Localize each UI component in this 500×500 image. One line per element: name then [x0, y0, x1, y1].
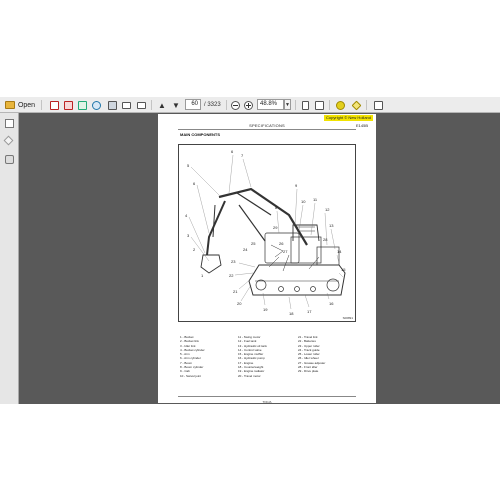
- toolbar-separator: [295, 100, 296, 110]
- toolbar-separator: [366, 100, 367, 110]
- svg-text:6: 6: [193, 181, 196, 186]
- svg-text:25: 25: [251, 241, 256, 246]
- page-total: / 3323: [204, 102, 221, 108]
- upload-button[interactable]: [90, 99, 102, 111]
- svg-text:14: 14: [337, 249, 342, 254]
- svg-text:6: 6: [231, 149, 234, 154]
- svg-text:15: 15: [341, 267, 346, 272]
- section-title: MAIN COMPONENTS: [180, 132, 220, 137]
- create-pdf-icon: [49, 100, 59, 110]
- export-button[interactable]: [62, 99, 74, 111]
- comment-button[interactable]: [334, 99, 346, 111]
- figure-code: S00891: [342, 316, 353, 320]
- toolbar-separator: [329, 100, 330, 110]
- highlight-button[interactable]: [350, 99, 362, 111]
- svg-text:4: 4: [185, 213, 188, 218]
- save-icon: [107, 100, 117, 110]
- fit-width-button[interactable]: [313, 99, 325, 111]
- highlight-icon: [351, 100, 361, 110]
- arrow-up-icon: ▲: [158, 100, 166, 110]
- open-label: Open: [17, 101, 36, 109]
- zoom-out-icon: [230, 100, 240, 110]
- excavator-drawing: 56 43 21 67 89 10 11 1213 1415 1617 1819 …: [185, 149, 346, 316]
- footer-rule: [178, 396, 356, 397]
- envelope-icon: [136, 101, 146, 109]
- fullscreen-button[interactable]: [372, 99, 384, 111]
- combine-button[interactable]: [76, 99, 88, 111]
- zoom-dropdown[interactable]: ▼: [284, 99, 291, 110]
- print-button[interactable]: [120, 99, 132, 111]
- combine-icon: [77, 100, 87, 110]
- svg-text:18: 18: [289, 311, 294, 316]
- save-button[interactable]: [106, 99, 118, 111]
- navigation-sidebar: [0, 113, 19, 404]
- svg-text:19: 19: [263, 307, 268, 312]
- svg-text:5: 5: [187, 163, 190, 168]
- legend-item: 10 - Swivel joint: [180, 373, 202, 378]
- svg-text:29: 29: [273, 225, 278, 230]
- legend-item: 20 - Travel motor: [238, 373, 261, 378]
- toolbar: Open ▲ ▼ 60 / 3323 48.8% ▼: [0, 97, 500, 113]
- folder-icon: [4, 101, 15, 109]
- toolbar-separator: [226, 100, 227, 110]
- printer-icon: [121, 101, 131, 109]
- open-button[interactable]: Open: [2, 99, 38, 111]
- zoom-input[interactable]: 48.8%: [257, 99, 284, 110]
- svg-text:13: 13: [329, 223, 334, 228]
- svg-text:10: 10: [301, 199, 306, 204]
- svg-text:3: 3: [187, 233, 190, 238]
- svg-text:12: 12: [325, 207, 330, 212]
- next-page-button[interactable]: ▼: [170, 99, 182, 111]
- svg-text:24: 24: [243, 247, 248, 252]
- legend-item: 29 - Drive plate: [298, 369, 319, 374]
- zoom-in-icon: [243, 100, 253, 110]
- svg-text:17: 17: [307, 309, 312, 314]
- svg-text:27: 27: [283, 249, 288, 254]
- svg-text:7: 7: [241, 153, 244, 158]
- comment-icon: [335, 100, 345, 110]
- export-icon: [63, 100, 73, 110]
- page-header-code: E145B: [355, 123, 368, 128]
- svg-text:22: 22: [229, 273, 234, 278]
- arrow-down-icon: ▼: [172, 100, 180, 110]
- pages-panel-icon[interactable]: [5, 119, 14, 128]
- create-pdf-button[interactable]: [48, 99, 60, 111]
- signatures-icon[interactable]: [5, 155, 14, 164]
- svg-text:16: 16: [329, 301, 334, 306]
- legend-column-2: 11 - Swing motor 12 - Fuel tank 13 - Hyd…: [238, 335, 296, 378]
- upload-icon: [91, 100, 101, 110]
- excavator-figure: 56 43 21 67 89 10 11 12 13 14 15 16 17 18 19 …: [178, 144, 356, 322]
- previous-page-button[interactable]: ▲: [156, 99, 168, 111]
- expand-icon: [373, 100, 383, 110]
- svg-text:23: 23: [231, 259, 236, 264]
- page-footer: TOC/A: [262, 400, 272, 404]
- document-viewport[interactable]: Copyright © New Holland SPECIFICATIONS E…: [19, 113, 500, 404]
- svg-text:11: 11: [313, 197, 318, 202]
- page-number-input[interactable]: 60: [185, 99, 201, 110]
- svg-text:20: 20: [237, 301, 242, 306]
- chevron-down-icon: ▼: [285, 101, 290, 108]
- fit-width-icon: [314, 100, 324, 110]
- attachments-icon[interactable]: [3, 135, 14, 146]
- svg-text:28: 28: [323, 237, 328, 242]
- email-button[interactable]: [135, 99, 147, 111]
- legend-column-1: 1 - Bucket 2 - Bucket link 3 - Idler lin…: [180, 335, 238, 378]
- fit-page-button[interactable]: [299, 99, 311, 111]
- svg-text:2: 2: [193, 247, 196, 252]
- svg-text:9: 9: [295, 183, 298, 188]
- zoom-in-button[interactable]: [243, 99, 253, 111]
- toolbar-separator: [151, 100, 152, 110]
- pdf-viewer-window: Open ▲ ▼ 60 / 3323 48.8% ▼ Copyright © N…: [0, 97, 500, 404]
- zoom-out-button[interactable]: [230, 99, 240, 111]
- toolbar-separator: [41, 100, 42, 110]
- fit-page-icon: [301, 100, 309, 110]
- copyright-banner: Copyright © New Holland: [324, 115, 373, 121]
- legend-column-3: 21 - Travel link 22 - Batteries 23 - Upp…: [298, 335, 356, 374]
- svg-text:26: 26: [279, 241, 284, 246]
- page-header-title: SPECIFICATIONS: [249, 123, 285, 128]
- document-page: Copyright © New Holland SPECIFICATIONS E…: [158, 114, 376, 404]
- header-rule: [178, 129, 356, 130]
- svg-text:21: 21: [233, 289, 238, 294]
- svg-text:1: 1: [201, 273, 204, 278]
